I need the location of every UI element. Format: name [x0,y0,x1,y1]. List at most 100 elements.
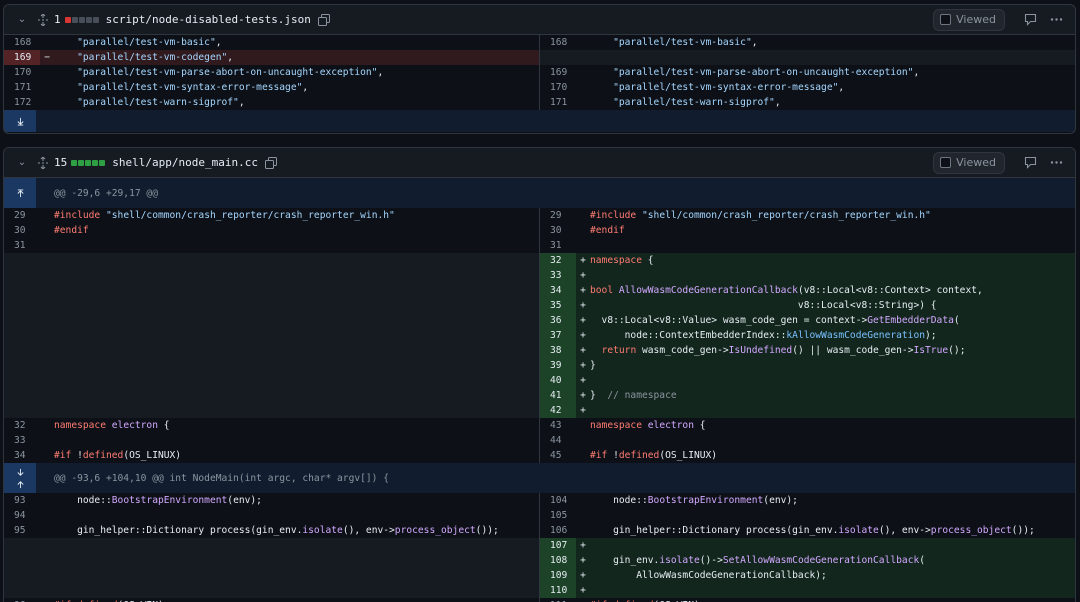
line-number[interactable]: 96 [4,598,40,602]
line-number[interactable]: 95 [4,523,40,538]
line-number[interactable]: 108 [540,553,576,568]
line-number[interactable]: 170 [4,65,40,80]
copy-icon[interactable] [264,156,278,170]
line-number[interactable]: 35 [540,298,576,313]
line-number[interactable]: 171 [540,95,576,110]
line-number[interactable]: 171 [4,80,40,95]
left-side [4,253,539,268]
code-line: namespace { [590,253,1075,268]
line-number[interactable]: 106 [540,523,576,538]
diff-marker [40,80,54,95]
line-number[interactable]: 31 [540,238,576,253]
diff-row: 33 + [4,268,1075,283]
right-side: 170 "parallel/test-vm-syntax-error-messa… [539,80,1075,95]
file-name[interactable]: script/node-disabled-tests.json [106,13,311,26]
diff-file-node-disabled-tests: ⌄ 1 script/node-disabled-tests.json View… [3,4,1076,134]
line-number[interactable]: 45 [540,448,576,463]
line-number[interactable]: 105 [540,508,576,523]
right-side: 34 + bool AllowWasmCodeGenerationCallback(… [539,283,1075,298]
copy-icon[interactable] [317,13,331,27]
left-side [4,313,539,328]
line-number[interactable]: 34 [4,448,40,463]
diff-row: 34 #if !defined(OS_LINUX) 45 #if !defined(O… [4,448,1075,463]
diff-marker: + [576,343,590,358]
line-number[interactable]: 42 [540,403,576,418]
line-number[interactable]: 104 [540,493,576,508]
line-number[interactable]: 33 [4,433,40,448]
right-side: 43 namespace electron { [539,418,1075,433]
diff-marker [576,433,590,448]
line-number[interactable]: 107 [540,538,576,553]
viewed-checkbox[interactable] [940,157,952,168]
unfold-icon[interactable] [34,11,52,29]
file-name[interactable]: shell/app/node_main.cc [112,156,258,169]
line-number[interactable]: 169 [4,50,40,65]
line-number[interactable]: 110 [540,583,576,598]
diff-marker [576,238,590,253]
line-number[interactable]: 38 [540,343,576,358]
chevron-down-icon[interactable]: ⌄ [14,14,30,25]
expand-both-button[interactable] [4,463,36,493]
right-side: 105 [539,508,1075,523]
code-line: gin_helper::Dictionary process(gin_env.i… [54,525,499,536]
line-number[interactable]: 37 [540,328,576,343]
line-number[interactable]: 169 [540,65,576,80]
right-side: 169 "parallel/test-vm-parse-abort-on-unc… [539,65,1075,80]
line-number[interactable]: 36 [540,313,576,328]
chevron-down-icon[interactable]: ⌄ [14,157,30,168]
line-number[interactable]: 29 [4,208,40,223]
line-number[interactable]: 168 [4,35,40,50]
diff-marker: + [576,268,590,283]
expand-up-button[interactable] [4,178,36,208]
line-number[interactable]: 43 [540,418,576,433]
line-number[interactable]: 32 [4,418,40,433]
line-number[interactable]: 172 [4,95,40,110]
line-number[interactable]: 168 [540,35,576,50]
diff-marker: + [576,538,590,553]
line-number[interactable]: 33 [540,268,576,283]
left-side: 33 [4,433,539,448]
line-number[interactable]: 39 [540,358,576,373]
code-line: gin_helper::Dictionary process(gin_env.i… [590,525,1035,536]
comment-icon[interactable] [1019,152,1041,174]
code-line: v8::Local<v8::Value> wasm_code_gen = con… [590,313,1075,328]
viewed-toggle[interactable]: Viewed [933,151,1005,174]
line-number[interactable]: 41 [540,388,576,403]
unfold-icon[interactable] [34,154,52,172]
line-number[interactable]: 94 [4,508,40,523]
line-number[interactable]: 32 [540,253,576,268]
comment-icon[interactable] [1019,9,1041,31]
arrow-down-icon [16,468,24,476]
kebab-menu-icon[interactable] [1045,152,1067,174]
expand-down-button[interactable] [4,110,36,132]
line-number[interactable]: 29 [540,208,576,223]
line-number[interactable]: 93 [4,493,40,508]
line-number[interactable]: 31 [4,238,40,253]
diffstat-block [99,159,106,166]
code-line: node::ContextEmbedderIndex::kAllowWasmCo… [590,328,1075,343]
arrow-down-icon [16,117,24,126]
diff-row: 36 + v8::Local<v8::Value> wasm_code_gen =… [4,313,1075,328]
code-line: #endif [590,225,625,236]
line-number[interactable]: 34 [540,283,576,298]
viewed-checkbox[interactable] [940,14,952,25]
diff-row: 37 + node::ContextEmbedderIndex::kAllowWa… [4,328,1075,343]
code-line: "parallel/test-vm-basic", [77,37,222,48]
line-number[interactable]: 170 [540,80,576,95]
line-number[interactable]: 40 [540,373,576,388]
line-number[interactable]: 44 [540,433,576,448]
kebab-menu-icon[interactable] [1045,9,1067,31]
diff-marker [576,418,590,433]
diffstat-block [71,16,78,23]
right-side: 32 + namespace { [539,253,1075,268]
viewed-toggle[interactable]: Viewed [933,8,1005,31]
line-number[interactable]: 30 [4,223,40,238]
diff-marker [576,493,590,508]
diff-row: 38 + return wasm_code_gen->IsUndefined() … [4,343,1075,358]
line-number[interactable]: 109 [540,568,576,583]
left-side: 29 #include "shell/common/crash_reporter/… [4,208,539,223]
line-number[interactable]: 111 [540,598,576,602]
code-line: #include "shell/common/crash_reporter/cr… [54,210,395,221]
line-number[interactable]: 30 [540,223,576,238]
right-side: 33 + [539,268,1075,283]
